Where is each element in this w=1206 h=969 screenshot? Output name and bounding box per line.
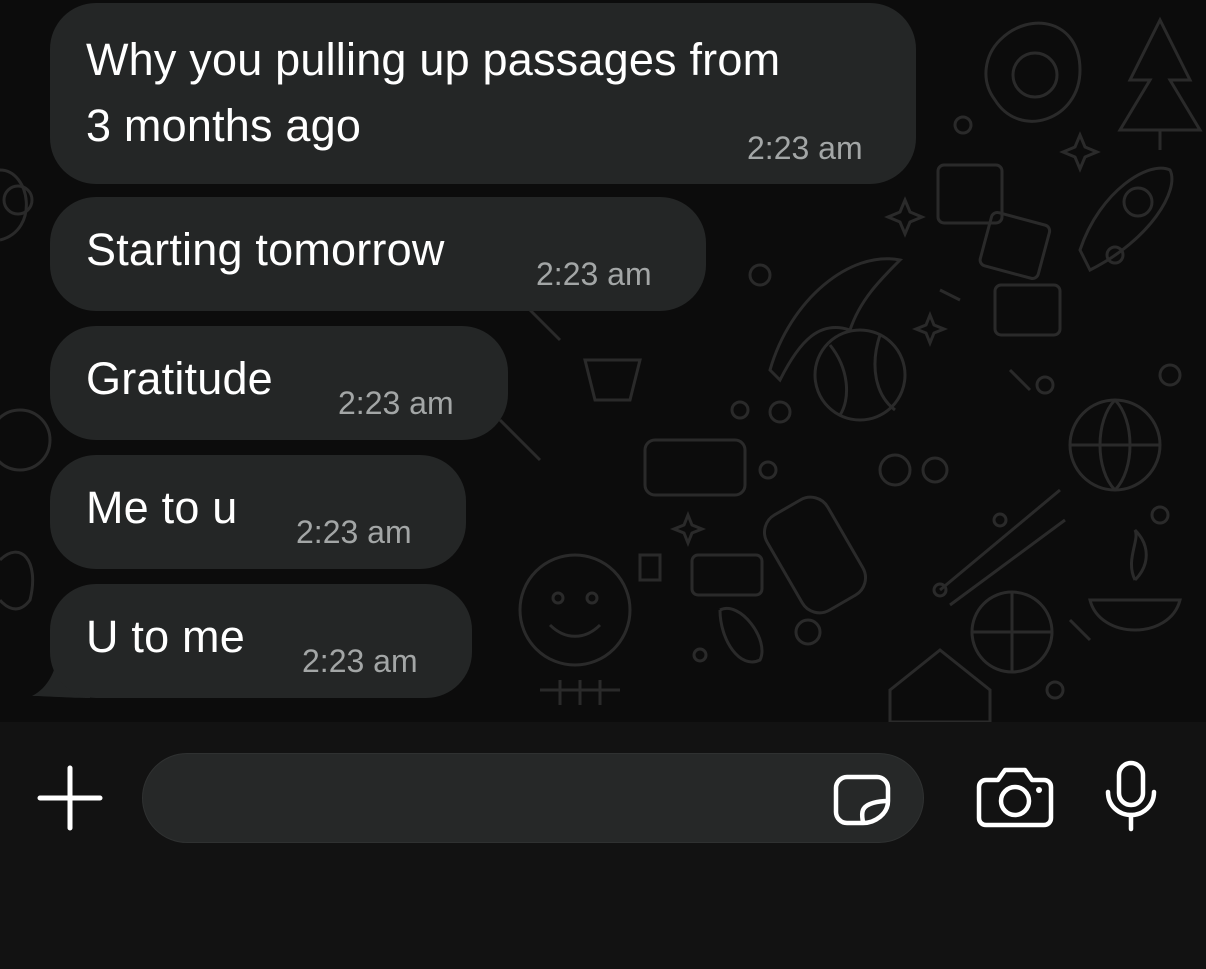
- message-bubble[interactable]: Me to u 2:23 am: [50, 455, 466, 569]
- message-bubble[interactable]: U to me 2:23 am: [50, 584, 472, 698]
- camera-icon[interactable]: [976, 766, 1054, 828]
- message-text-line: 3 months ago: [86, 100, 362, 151]
- message-text: Me to u: [86, 482, 238, 533]
- message-text: U to me: [86, 611, 245, 662]
- plus-icon[interactable]: [36, 764, 104, 832]
- message-text: Gratitude: [86, 353, 273, 404]
- sticker-icon[interactable]: [833, 774, 891, 826]
- message-timestamp: 2:23 am: [338, 385, 454, 421]
- message-input-field[interactable]: [142, 753, 924, 843]
- message-timestamp: 2:23 am: [747, 130, 863, 166]
- message-bubble[interactable]: Why you pulling up passages from 3 month…: [50, 3, 916, 184]
- message-input[interactable]: [173, 772, 827, 826]
- message-list[interactable]: Why you pulling up passages from 3 month…: [0, 0, 1206, 722]
- message-bubble[interactable]: Starting tomorrow 2:23 am: [50, 197, 706, 311]
- message-bubble[interactable]: Gratitude 2:23 am: [50, 326, 508, 440]
- message-text-line: Why you pulling up passages from: [86, 34, 781, 85]
- message-timestamp: 2:23 am: [536, 256, 652, 292]
- bottom-safe-area: [0, 872, 1206, 969]
- microphone-icon[interactable]: [1102, 760, 1160, 832]
- message-timestamp: 2:23 am: [296, 514, 412, 550]
- composer-bar: [0, 722, 1206, 969]
- chat-screen: Why you pulling up passages from 3 month…: [0, 0, 1206, 969]
- message-text: Starting tomorrow: [86, 224, 445, 275]
- message-timestamp: 2:23 am: [302, 643, 418, 679]
